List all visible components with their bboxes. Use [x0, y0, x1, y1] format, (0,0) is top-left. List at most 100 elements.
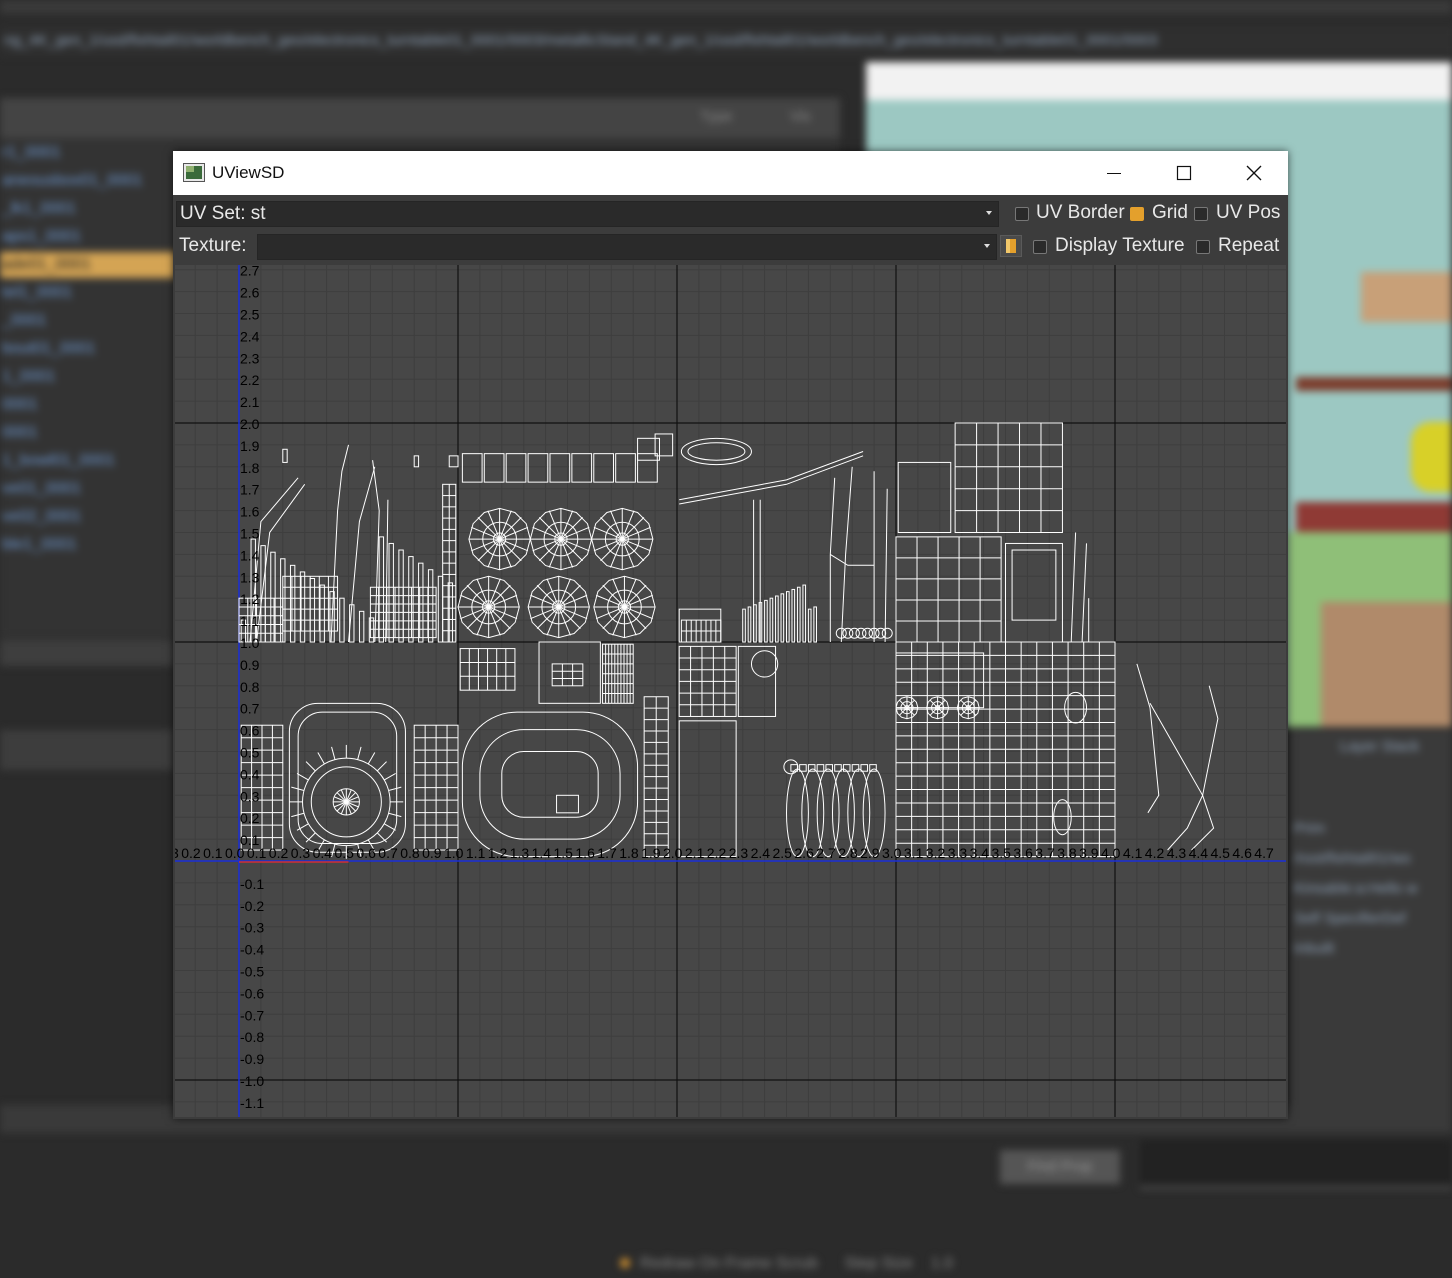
uv-edge [296, 772, 309, 781]
uv-edge [466, 606, 490, 629]
viewport-crate [1321, 602, 1452, 727]
outliner-row[interactable]: _0001 [0, 308, 177, 334]
uv-edge [297, 711, 398, 844]
folder-icon [1006, 239, 1016, 253]
uv-border-label[interactable]: UV Border [1036, 202, 1125, 224]
outliner-row[interactable]: 0001 [0, 420, 177, 446]
background-property-panel: Layer Stack Prim /root/fishtail01/wo Kin… [1290, 730, 1452, 1130]
texture-dropdown[interactable] [257, 234, 997, 260]
outliner-row[interactable]: tel1_0001 [0, 280, 177, 306]
uv-border-checkbox[interactable] [1015, 207, 1029, 221]
background-input[interactable] [1140, 1140, 1452, 1189]
maximize-icon [1176, 165, 1192, 181]
window-title: UViewSD [212, 163, 285, 182]
v-tick-label: 1.6 [240, 504, 260, 520]
uv-edge [479, 729, 621, 840]
u-tick-label: 2.7 [816, 845, 836, 861]
u-tick-label: 3.7 [1035, 845, 1055, 861]
minimize-button[interactable] [1079, 151, 1149, 195]
title-bar[interactable]: UViewSD [173, 151, 1288, 195]
uv-edge [898, 699, 908, 709]
repeat-label[interactable]: Repeat [1218, 235, 1279, 257]
repeat-checkbox[interactable] [1196, 240, 1210, 254]
outliner-row[interactable]: 0001 [0, 392, 177, 418]
uv-strip-shell [437, 575, 444, 643]
uv-viewport[interactable]: 0.40.30.20.10.00.10.20.30.40.50.60.70.80… [175, 265, 1286, 1117]
u-tick-label: 3.8 [1057, 845, 1077, 861]
uv-strip-shell [289, 564, 296, 643]
grid-checkbox[interactable] [1130, 207, 1144, 221]
outliner-row[interactable]: ade01_0001 [0, 252, 177, 278]
uv-pos-checkbox[interactable] [1194, 207, 1208, 221]
uv-rail-shell [829, 477, 836, 642]
u-tick-label: 2.5 [773, 845, 793, 861]
display-texture-checkbox[interactable] [1033, 240, 1047, 254]
u-tick-label: 3.3 [948, 845, 968, 861]
v-tick-label: -0.5 [240, 964, 264, 980]
v-tick-label: 2.6 [240, 285, 260, 301]
uv-strip-shell [309, 577, 316, 643]
outliner-row[interactable]: ve02_0001 [0, 504, 177, 530]
uv-strip-shell [742, 608, 746, 643]
uv-edge [477, 517, 500, 540]
u-tick-label: 1.2 [488, 845, 508, 861]
u-tick-label: 1.1 [466, 845, 486, 861]
find-prop-button[interactable]: Find Prop [1000, 1150, 1120, 1184]
v-tick-label: -0.9 [240, 1051, 264, 1067]
uv-pos-label[interactable]: UV Pos [1216, 202, 1280, 224]
v-tick-label: 0.9 [240, 657, 260, 673]
u-tick-label: 0.3 [175, 845, 179, 861]
background-panel-strip [0, 640, 175, 666]
uv-rail-shell [1070, 532, 1077, 643]
outliner-row[interactable]: 1_bowl01_0001 [0, 448, 177, 474]
uv-strip-shell [802, 584, 807, 643]
uv-edge [967, 699, 977, 709]
uv-panel-shell [678, 720, 737, 858]
uv-edge [499, 517, 522, 540]
u-tick-label: 1.8 [619, 845, 639, 861]
outliner-row[interactable]: ble1_0001 [0, 532, 177, 558]
u-tick-label: 0.8 [400, 845, 420, 861]
uv-box-shell [571, 453, 593, 483]
layer-stack-tab: Layer Stack [1340, 738, 1420, 755]
maximize-button[interactable] [1149, 151, 1219, 195]
outliner-row[interactable]: aneousbox01_0001 [0, 168, 177, 194]
outliner-row[interactable]: bout01_0001 [0, 336, 177, 362]
uv-strip-shell [775, 595, 779, 643]
uv-edge [624, 584, 647, 608]
uv-strip-shell [780, 593, 785, 643]
uv-strip-shell [678, 608, 722, 643]
texture-label: Texture: [179, 235, 247, 256]
uv-rail-shell [679, 451, 864, 501]
outliner-row[interactable]: r1_0001 [0, 140, 177, 166]
v-tick-label: 1.8 [240, 460, 260, 476]
uv-small-shell [282, 448, 288, 463]
uv-small-shell [807, 764, 816, 772]
browse-texture-button[interactable] [1000, 235, 1022, 257]
u-tick-label: 0.6 [356, 845, 376, 861]
uv-edge [388, 812, 402, 818]
uv-edge [937, 699, 946, 709]
uv-rail-shell [884, 488, 888, 643]
close-button[interactable] [1219, 151, 1289, 195]
uv-box-shell [615, 453, 636, 483]
grid-label[interactable]: Grid [1152, 202, 1188, 224]
uv-edge [357, 746, 362, 760]
uv-set-dropdown[interactable]: UV Set: st [176, 201, 999, 227]
outliner-row[interactable]: _lk1_0001 [0, 196, 177, 222]
display-texture-label[interactable]: Display Texture [1055, 235, 1185, 257]
uv-strip-shell [807, 608, 812, 643]
dropdown-arrow-icon [984, 244, 990, 248]
u-tick-label: 1.6 [575, 845, 595, 861]
uv-edge [488, 606, 511, 629]
u-tick-label: 2.8 [838, 845, 858, 861]
outliner-row[interactable]: 1_0001 [0, 364, 177, 390]
uv-edge [317, 752, 325, 765]
outliner-row[interactable]: ve01_0001 [0, 476, 177, 502]
background-panel-strip [0, 730, 175, 770]
uv-square-shell [897, 461, 952, 533]
uv-canvas[interactable]: 0.40.30.20.10.00.10.20.30.40.50.60.70.80… [175, 265, 1286, 1117]
uv-box-shell [505, 453, 527, 483]
outliner-row[interactable]: aps1_0001 [0, 224, 177, 250]
v-tick-label: 2.3 [240, 350, 260, 366]
